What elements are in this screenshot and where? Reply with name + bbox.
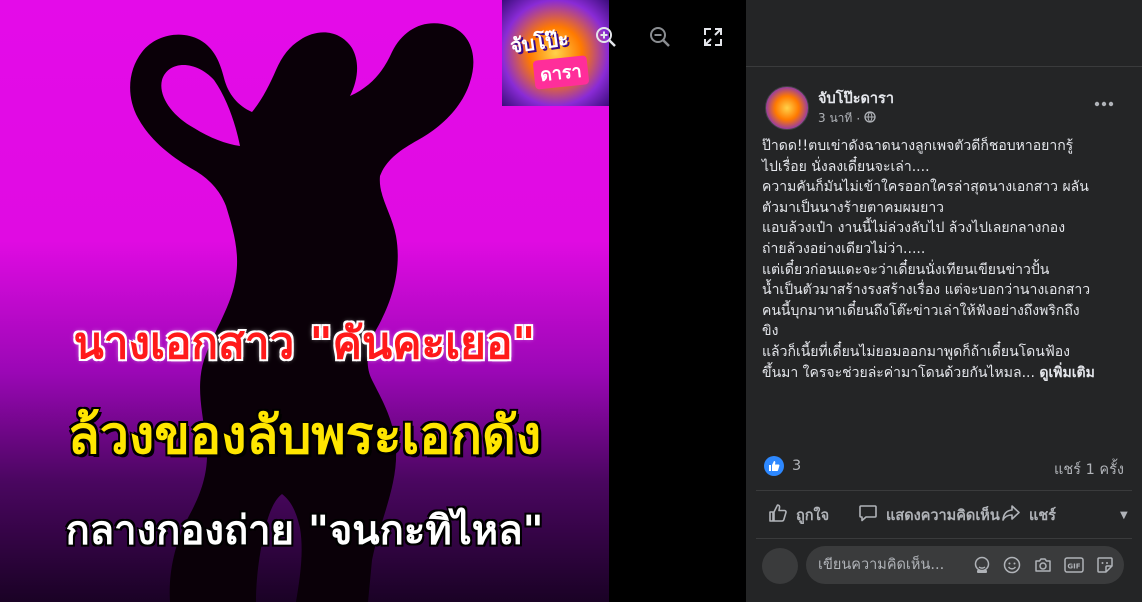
logo-text-bottom: ดารา — [532, 55, 589, 90]
post-text-line: ขิง — [762, 323, 779, 340]
share-button[interactable]: แชร์ — [1001, 503, 1056, 527]
post-text-line: ขึ้นมา ใครจะช่วยล่ะค่ามาโดนด้วยกันไหมล..… — [762, 363, 1126, 384]
photo-viewer: นางเอกสาว "คันคะเยอ" ล้วงของลับพระเอกดัง… — [0, 0, 746, 602]
post-text-line: ถ่ายล้วงอย่างเดียวไม่ว่า..... — [762, 240, 926, 257]
see-more-link[interactable]: ดูเพิ่มเติม — [1039, 365, 1094, 381]
comment-input[interactable] — [818, 546, 958, 584]
share-count[interactable]: แชร์ 1 ครั้ง — [1054, 458, 1124, 481]
reaction-summary[interactable]: 3 — [764, 456, 801, 476]
post-meta: 3 นาที · — [818, 109, 876, 128]
globe-icon — [864, 111, 876, 126]
share-audience-dropdown-icon[interactable]: ▼ — [1120, 510, 1128, 521]
gif-icon[interactable]: GIF — [1064, 555, 1084, 575]
post-text-line: ป๊าดด!!ตบเข่าดังฉาดนางลูกเพจตัวดีก็ชอบหา… — [762, 138, 1074, 154]
comment-icon — [858, 503, 878, 527]
post-text-line: ไปเรื่อย นั่งลงเดี๋ยนจะเล่า.... — [762, 158, 930, 175]
share-label: แชร์ — [1029, 507, 1056, 524]
thumbs-up-icon — [768, 503, 788, 527]
emoji-icon[interactable] — [1002, 555, 1022, 575]
more-options-icon[interactable] — [1092, 92, 1116, 116]
page-name[interactable]: จับโป๊ะดารา — [818, 87, 894, 110]
post-text-line: แต่เดี๋ยวก่อนแดะจะว่าเดี๋ยนนั่งเทียนเขีย… — [762, 261, 1050, 278]
reaction-count: 3 — [792, 458, 802, 474]
current-user-avatar[interactable] — [762, 548, 798, 584]
post-text-last: ขึ้นมา ใครจะช่วยล่ะค่ามาโดนด้วยกันไหมล..… — [762, 364, 1035, 381]
share-icon — [1001, 503, 1021, 527]
post-text-line: คนนี้บุกมาหาเดี๋ยนถึงโต๊ะข่าวเล่าให้ฟังอ… — [762, 302, 1080, 319]
like-label: ถูกใจ — [796, 507, 830, 524]
post-text-line: ความคันก็มันไม่เข้าใครออกใครล่าสุดนางเอก… — [762, 179, 1089, 196]
comment-button[interactable]: แสดงความคิดเห็น — [858, 503, 1000, 527]
sticker-icon[interactable] — [1095, 555, 1115, 575]
like-reaction-icon — [764, 456, 784, 476]
headline-red: นางเอกสาว "คันคะเยอ" — [73, 318, 536, 369]
post-text-line: ตัวมาเป็นนางร้ายตาคมผมยาว — [762, 199, 945, 216]
comment-label: แสดงความคิดเห็น — [886, 507, 1000, 524]
post-text-line: น้ำเป็นตัวมาสร้างรงสร้างเรื่อง แต่จะบอกว… — [762, 282, 1091, 299]
post-photo[interactable]: นางเอกสาว "คันคะเยอ" ล้วงของลับพระเอกดัง… — [0, 0, 609, 602]
logo-text-top: จับโป๊ะ — [508, 26, 570, 58]
page-avatar[interactable] — [765, 86, 809, 130]
svg-text:GIF: GIF — [1067, 563, 1080, 571]
camera-icon[interactable] — [1033, 555, 1053, 575]
zoom-out-icon[interactable] — [646, 23, 674, 51]
post-text: ป๊าดด!!ตบเข่าดังฉาดนางลูกเพจตัวดีก็ชอบหา… — [762, 136, 1126, 383]
zoom-in-icon[interactable] — [592, 23, 620, 51]
fullscreen-icon[interactable] — [699, 23, 727, 51]
like-button[interactable]: ถูกใจ — [768, 503, 829, 527]
comment-composer: GIF — [806, 546, 1124, 584]
headline-white: กลางกองถ่าย "จนกะทิไหล" — [65, 508, 544, 554]
avatar-sticker-icon[interactable] — [972, 555, 992, 575]
panel-top-bar — [746, 0, 1142, 67]
post-panel: จับโป๊ะดารา 3 นาที · ป๊าดด!!ตบเข่าดังฉาด… — [746, 0, 1142, 602]
post-time[interactable]: 3 นาที — [818, 109, 852, 128]
post-text-line: แล้วก็เนี้ยที่เดี๋ยนไม่ยอมออกมาพูดก็ถ้าเ… — [762, 343, 1070, 360]
page-logo: จับโป๊ะ ดารา — [502, 0, 609, 106]
post-text-line: แอบล้วงเป๋า งานนี้ไม่ล่วงลับไป ล้วงไปเลย… — [762, 220, 1066, 237]
post-actions-bar: ถูกใจ แสดงความคิดเห็น แชร์ — [756, 490, 1132, 539]
headline-yellow: ล้วงของลับพระเอกดัง — [67, 406, 542, 466]
